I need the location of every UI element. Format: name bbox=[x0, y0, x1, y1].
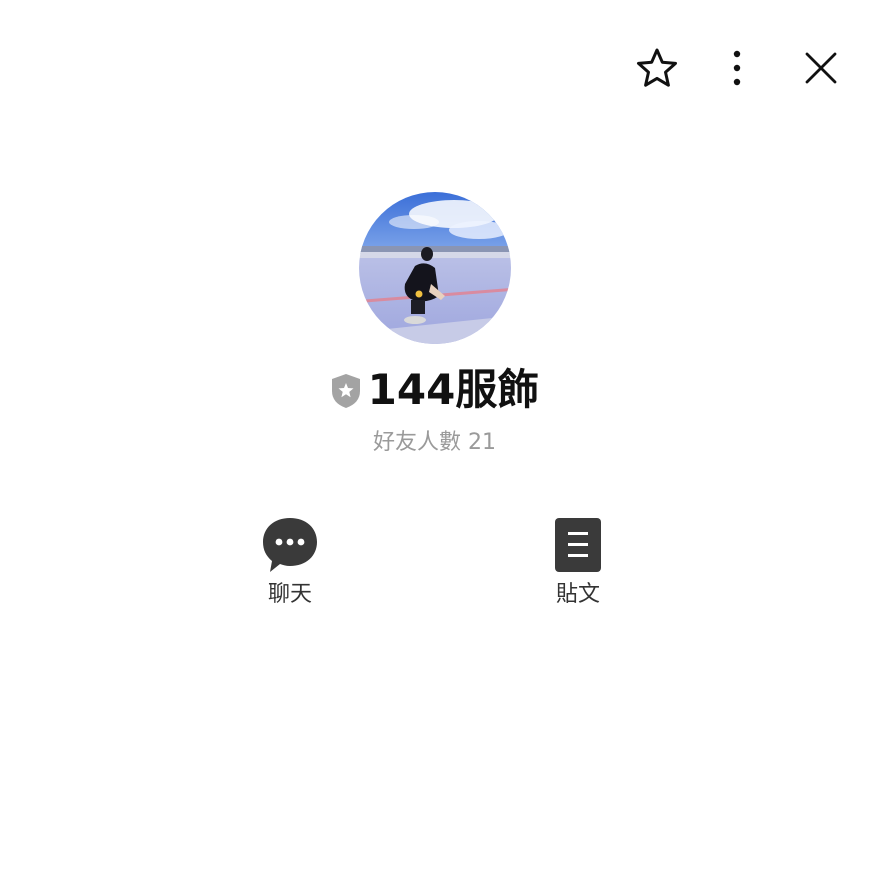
friends-count: 好友人數 21 bbox=[373, 430, 496, 455]
close-icon bbox=[805, 52, 837, 84]
close-button[interactable] bbox=[795, 42, 847, 94]
vertical-dots-icon bbox=[733, 50, 741, 86]
profile-name-row: 144服飾 bbox=[0, 362, 869, 418]
favorite-button[interactable] bbox=[631, 42, 683, 94]
posts-label: 貼文 bbox=[555, 582, 600, 607]
chat-label: 聊天 bbox=[267, 582, 312, 607]
profile-page: 144服飾 好友人數 21 聊天 貼文 bbox=[0, 0, 869, 869]
more-options-button[interactable] bbox=[711, 42, 763, 94]
avatar-photo bbox=[359, 192, 511, 344]
profile-avatar[interactable] bbox=[359, 192, 511, 344]
chat-button[interactable]: 聊天 bbox=[230, 516, 350, 610]
document-icon bbox=[555, 518, 601, 572]
account-name: 144服飾 bbox=[367, 365, 540, 414]
shield-badge-icon bbox=[331, 374, 360, 408]
star-icon bbox=[637, 48, 677, 87]
chat-bubble-icon bbox=[263, 518, 317, 572]
posts-button[interactable]: 貼文 bbox=[518, 516, 638, 610]
